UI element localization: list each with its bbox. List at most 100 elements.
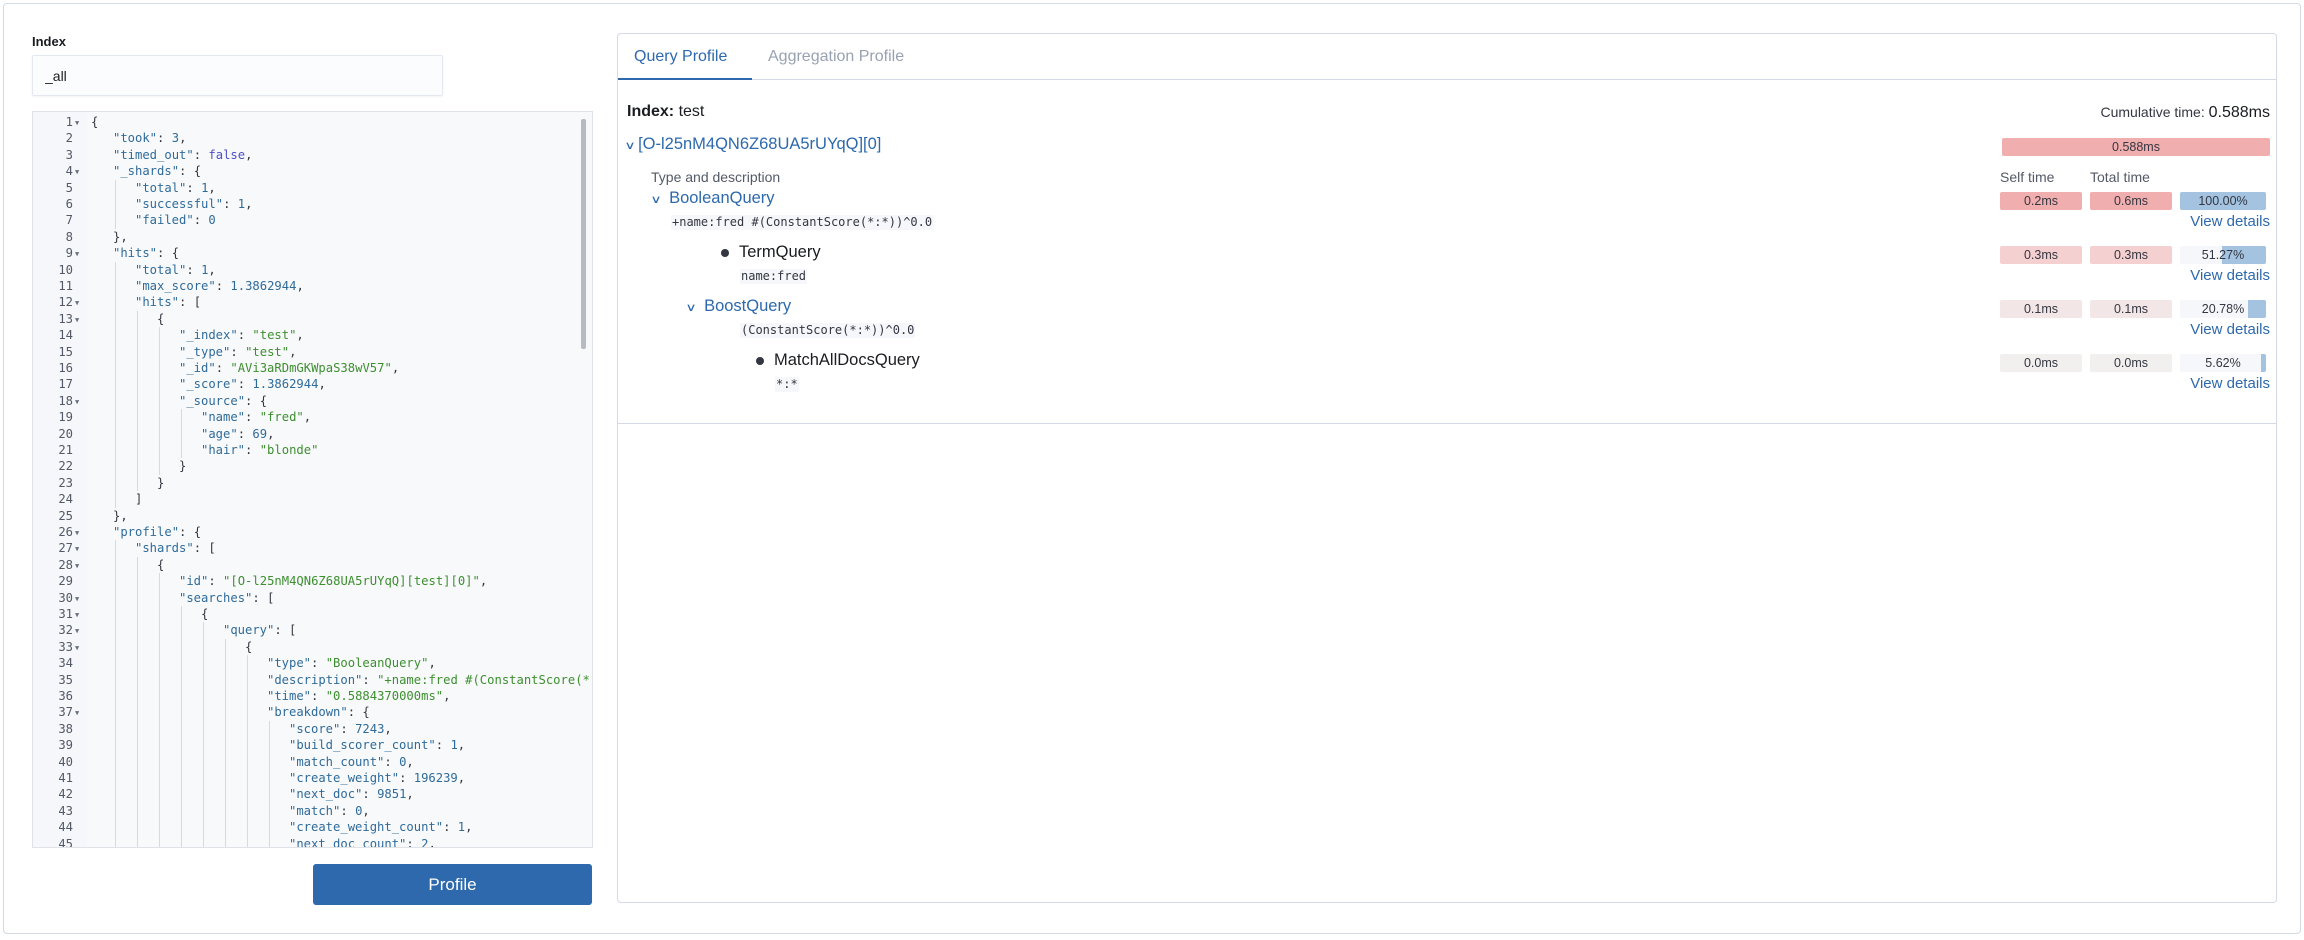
code-token: :	[208, 574, 224, 589]
line-number: 7	[65, 213, 73, 228]
indent-guide	[203, 819, 204, 836]
code-token: ,	[384, 721, 392, 736]
code-token: "age"	[201, 426, 238, 441]
indent-guide	[115, 212, 116, 229]
indent-guide	[137, 343, 138, 360]
code-token: :	[406, 836, 422, 848]
indent-guide	[159, 458, 160, 475]
line-number: 14	[58, 328, 73, 343]
code-token: : {	[179, 164, 202, 179]
chevron-down-icon: ∨	[650, 194, 662, 206]
fold-toggle-icon[interactable]: ▼	[75, 115, 79, 131]
code-token: "type"	[267, 656, 312, 671]
fold-toggle-icon[interactable]: ▼	[75, 295, 79, 311]
code-token: :	[215, 361, 231, 375]
fold-toggle-icon[interactable]: ▼	[75, 558, 79, 574]
code-token: "create_weight_count"	[289, 820, 444, 835]
code-token: :	[311, 656, 326, 671]
indent-guide	[247, 688, 248, 705]
indent-guide	[137, 835, 138, 847]
line-number: 45	[58, 836, 73, 848]
code-token: 0	[208, 213, 216, 228]
code-token: "breakdown"	[267, 705, 348, 720]
indent-guide	[115, 392, 116, 410]
indent-guide	[247, 753, 248, 770]
indent-guide	[137, 638, 138, 656]
indent-guide	[115, 737, 116, 754]
code-line: "_score": 1.3862944,	[179, 376, 326, 392]
line-number: 10	[58, 262, 73, 277]
view-details-link[interactable]: View details	[2190, 267, 2270, 284]
code-token: "hits"	[135, 295, 180, 310]
tab-aggregation-profile[interactable]: Aggregation Profile	[752, 34, 920, 80]
indent-guide	[203, 622, 204, 639]
code-line: "match_count": 0,	[289, 754, 414, 770]
editor-code-area[interactable]: {"took": 3, "timed_out": false, "_shards":…	[87, 112, 592, 847]
indent-guide	[225, 802, 226, 820]
indent-guide	[137, 802, 138, 820]
fold-toggle-icon[interactable]: ▼	[75, 541, 79, 557]
indent-guide	[203, 802, 204, 820]
fold-toggle-icon[interactable]: ▼	[75, 705, 79, 721]
indent-guide	[115, 622, 116, 639]
fold-toggle-icon[interactable]: ▼	[75, 312, 79, 328]
fold-toggle-icon[interactable]: ▼	[75, 607, 79, 623]
fold-toggle-icon[interactable]: ▼	[75, 591, 79, 607]
view-details-link[interactable]: View details	[2190, 321, 2270, 338]
code-token: ,	[465, 820, 473, 835]
indent-guide	[225, 688, 226, 705]
code-token: "_type"	[179, 344, 231, 359]
code-line: "_index": "test",	[179, 327, 304, 343]
query-name-booleanquery[interactable]: ∨ BooleanQuery	[650, 189, 774, 208]
code-token: 3	[171, 131, 180, 146]
code-token: },	[113, 508, 128, 523]
code-line: "failed": 0	[135, 212, 216, 228]
indent-guide	[181, 638, 182, 656]
indent-guide	[115, 458, 116, 475]
view-details-link[interactable]: View details	[2190, 375, 2270, 392]
code-token: "test"	[252, 328, 297, 343]
query-name-termquery: TermQuery	[721, 243, 821, 262]
code-token: ,	[179, 131, 187, 146]
fold-toggle-icon[interactable]: ▼	[75, 394, 79, 410]
indent-guide	[181, 606, 182, 623]
code-token: :	[186, 180, 202, 195]
code-line: ]	[135, 491, 142, 507]
indent-guide	[115, 196, 116, 213]
fold-toggle-icon[interactable]: ▼	[75, 164, 79, 180]
fold-toggle-icon[interactable]: ▼	[75, 246, 79, 262]
indent-guide	[159, 638, 160, 656]
fold-toggle-icon[interactable]: ▼	[75, 525, 79, 541]
query-name-boostquery[interactable]: ∨ BoostQuery	[685, 297, 791, 316]
code-token: {	[201, 607, 209, 621]
indent-guide	[115, 540, 116, 557]
shard-toggle[interactable]: ∨ [O-l25nM4QN6Z68UA5rUYqQ][0]	[624, 135, 881, 154]
index-input[interactable]	[32, 55, 443, 96]
code-token: ,	[296, 279, 304, 293]
profile-button[interactable]: Profile	[313, 864, 592, 905]
tab-query-profile[interactable]: Query Profile	[618, 34, 752, 80]
indent-guide	[137, 753, 138, 770]
query-description: +name:fred #(ConstantScore(*:*))^0.0	[671, 215, 934, 230]
response-editor[interactable]: 1 ▼ 2 3 4 ▼ 5 6 7 8 9 ▼ 10 11 12 ▼ 13 ▼ 14 15 16 17 18 ▼ 19 20 21 2…	[32, 111, 593, 848]
index-label: Index	[32, 34, 66, 49]
code-token: :	[311, 689, 326, 703]
view-details-link[interactable]: View details	[2190, 213, 2270, 230]
divider	[618, 423, 2276, 424]
code-token: 1	[237, 197, 246, 211]
indent-guide	[181, 655, 182, 672]
line-number: 4	[65, 164, 73, 179]
code-token: ,	[479, 574, 488, 589]
code-token: :	[193, 213, 209, 228]
indent-guide	[137, 655, 138, 672]
line-number: 37	[58, 705, 73, 720]
fold-toggle-icon[interactable]: ▼	[75, 640, 79, 656]
line-number: 8	[65, 229, 73, 244]
editor-scrollbar[interactable]	[581, 119, 586, 349]
fold-toggle-icon[interactable]: ▼	[75, 623, 79, 639]
indent-guide	[115, 179, 116, 196]
line-number: 26	[58, 525, 73, 539]
query-name-text: MatchAllDocsQuery	[774, 351, 920, 369]
bullet-icon	[721, 248, 729, 257]
indent-guide	[137, 622, 138, 639]
